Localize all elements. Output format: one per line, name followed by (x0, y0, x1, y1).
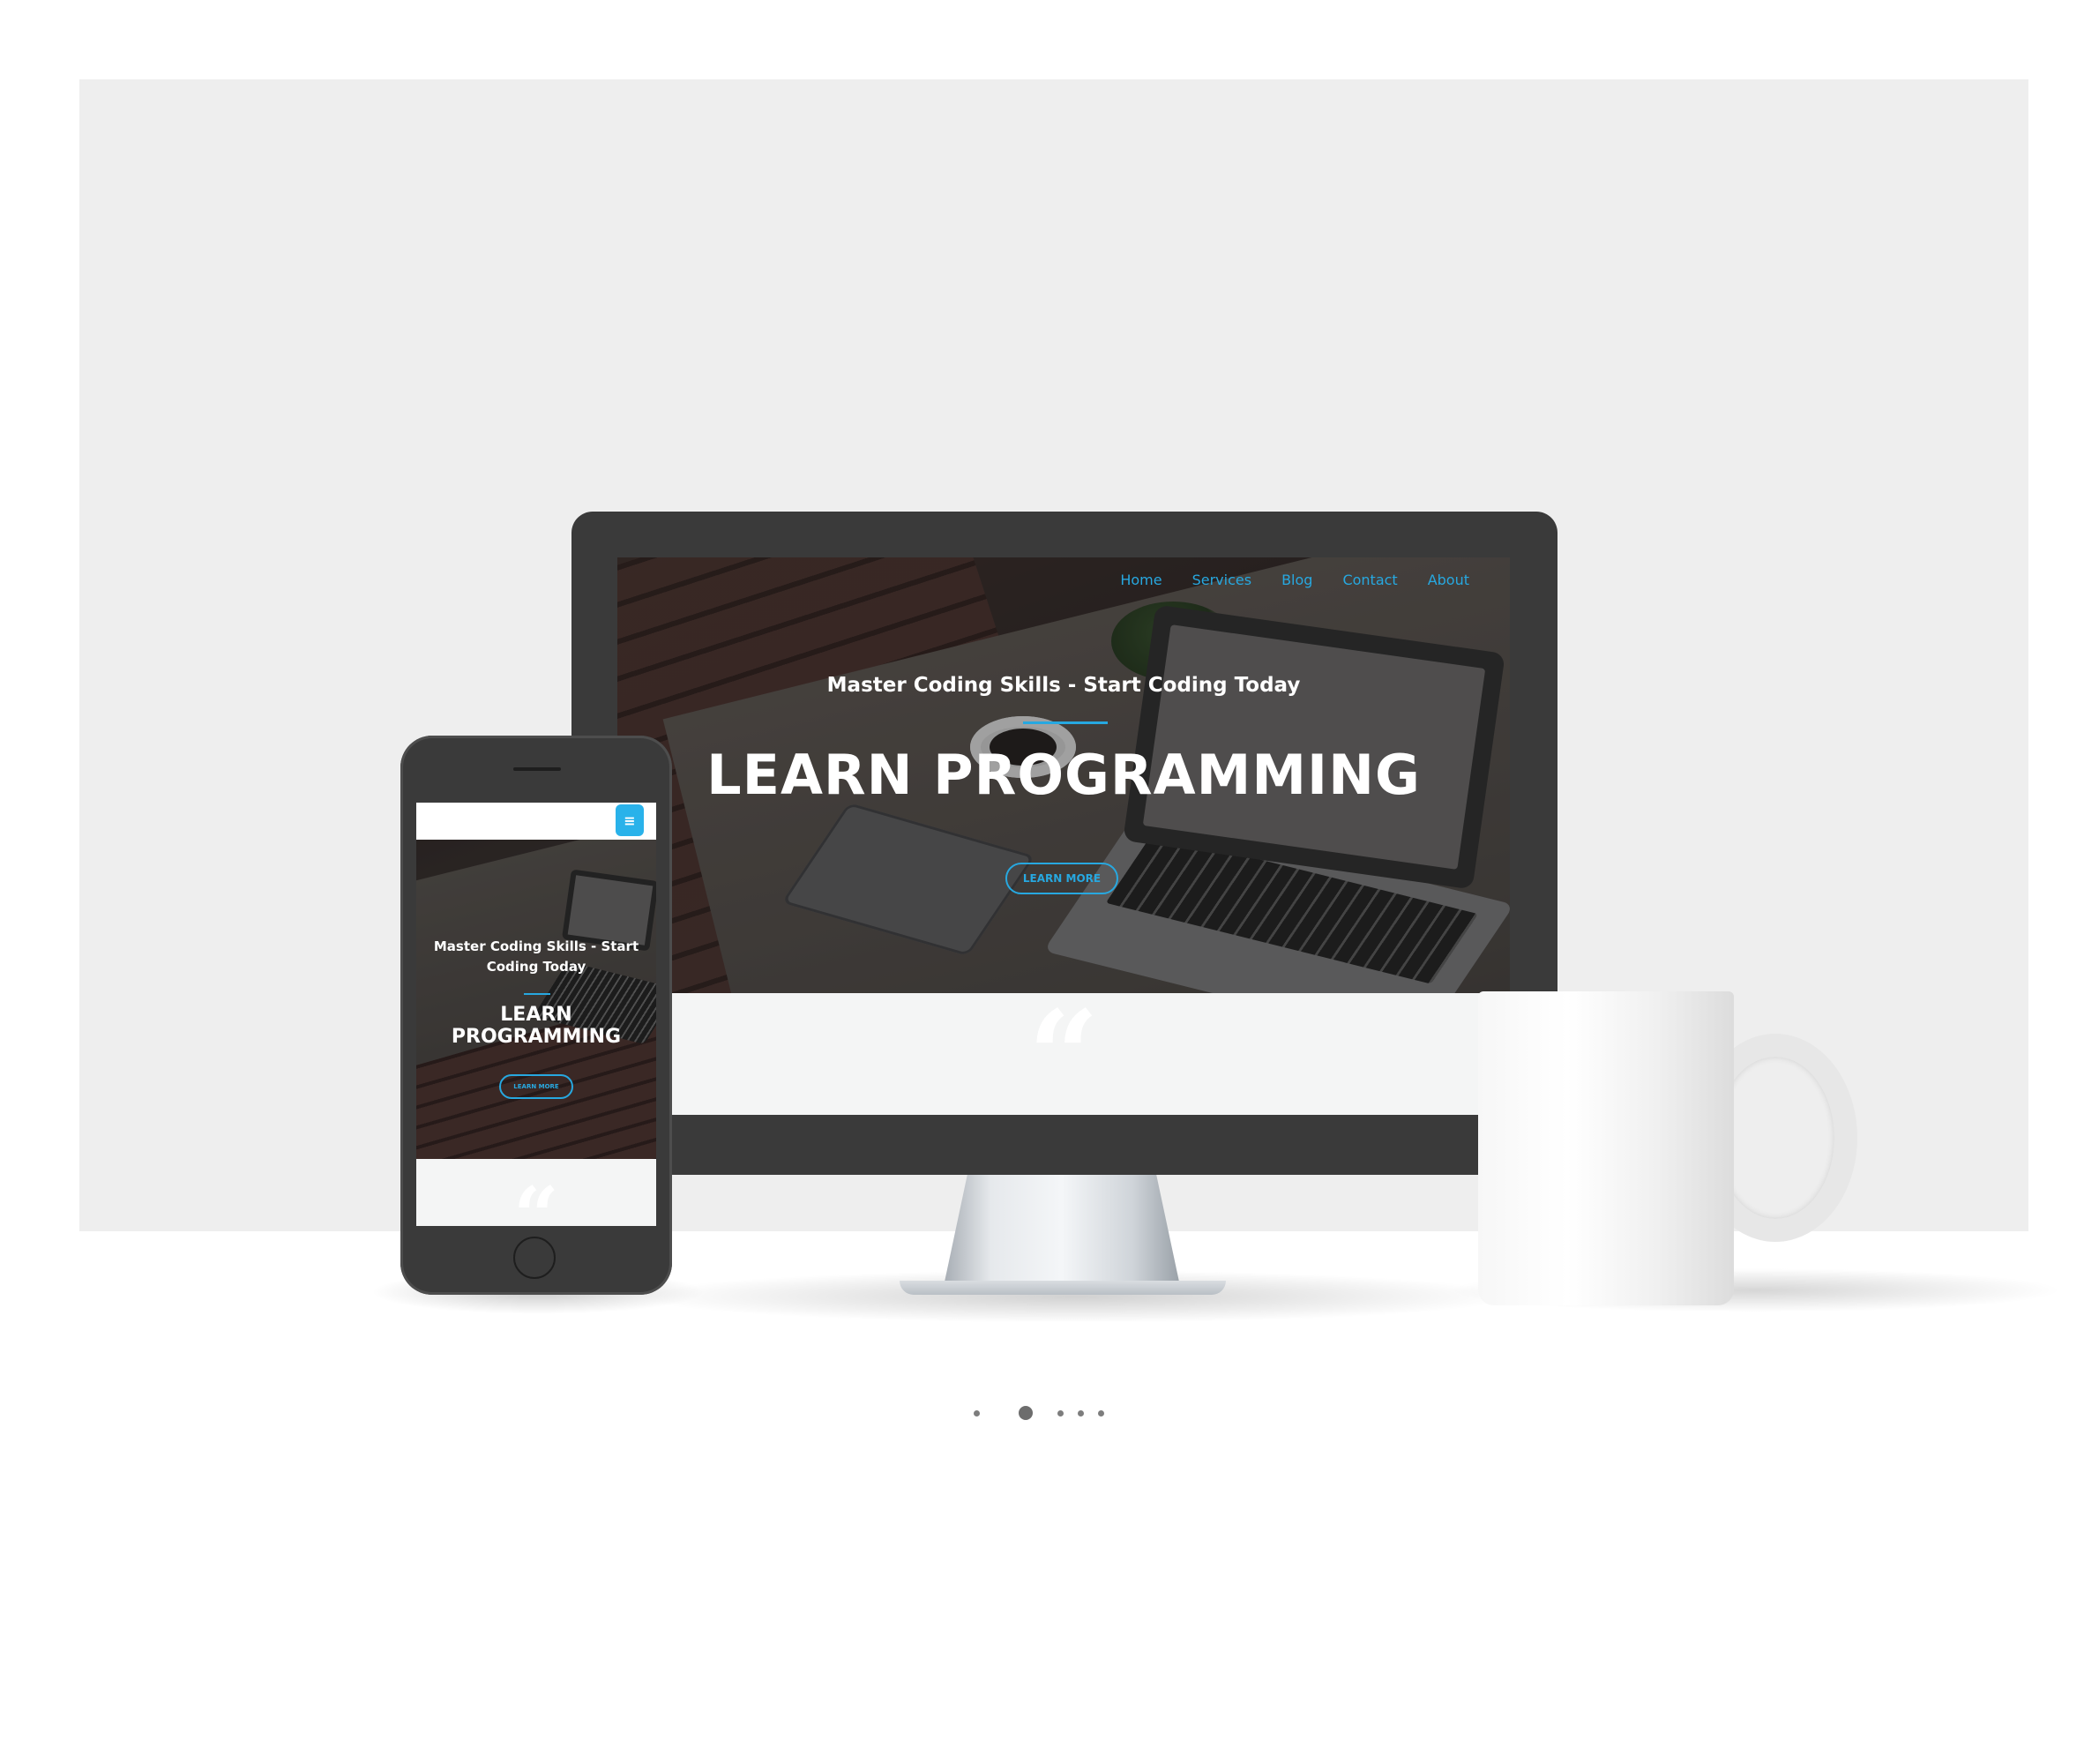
nav-link-blog[interactable]: Blog (1281, 572, 1312, 588)
carousel-pagination (0, 1404, 2099, 1422)
phone-speaker (513, 767, 561, 771)
quote-icon: “ (513, 1170, 559, 1226)
carousel-dot-3[interactable] (1057, 1409, 1064, 1416)
carousel-dot-5[interactable] (1098, 1409, 1104, 1416)
mobile-learn-more-button[interactable]: LEARN MORE (499, 1074, 573, 1099)
mobile-hero-subtitle: Master Coding Skills - Start Coding Toda… (433, 938, 639, 975)
desktop-learn-more-button[interactable]: LEARN MORE (1005, 863, 1118, 894)
nav-link-home[interactable]: Home (1120, 572, 1162, 588)
monitor-stand-foot (900, 1281, 1226, 1295)
nav-link-about[interactable]: About (1428, 572, 1469, 588)
hamburger-menu-icon[interactable]: ≡ (616, 804, 644, 836)
desktop-hero-divider (1023, 721, 1108, 724)
monitor-stand-neck (944, 1175, 1180, 1286)
nav-link-contact[interactable]: Contact (1342, 572, 1397, 588)
desktop-hero-title: LEARN PROGRAMMING (706, 743, 1421, 807)
mobile-hero-title: LEARN PROGRAMMING (451, 1004, 622, 1048)
white-mug (1478, 991, 1734, 1305)
carousel-dot-1[interactable] (974, 1409, 980, 1416)
desktop-nav: Home Services Blog Contact About (1120, 572, 1469, 588)
showcase-stage: Home Services Blog Contact About Master … (0, 0, 2099, 1764)
desktop-hero-subtitle: Master Coding Skills - Start Coding Toda… (826, 674, 1301, 697)
mobile-hero-overlay (416, 840, 656, 1159)
quote-icon: “ (1027, 984, 1100, 1115)
phone-home-button-icon (513, 1237, 556, 1279)
nav-link-services[interactable]: Services (1192, 572, 1251, 588)
mobile-website-preview: ≡ Master Coding Skills - Start Coding To… (416, 803, 656, 1226)
desktop-hero-section: Home Services Blog Contact About Master … (617, 557, 1510, 993)
desktop-website-preview: Home Services Blog Contact About Master … (617, 557, 1510, 1115)
carousel-dot-2[interactable] (1019, 1406, 1033, 1420)
carousel-dot-4[interactable] (1078, 1409, 1084, 1416)
mobile-hero-section: Master Coding Skills - Start Coding Toda… (416, 840, 656, 1159)
mobile-testimonial-section: “ (416, 1159, 656, 1226)
mobile-header: ≡ (416, 803, 656, 840)
desktop-testimonial-section: “ (617, 993, 1510, 1115)
mobile-hero-divider (524, 993, 550, 995)
